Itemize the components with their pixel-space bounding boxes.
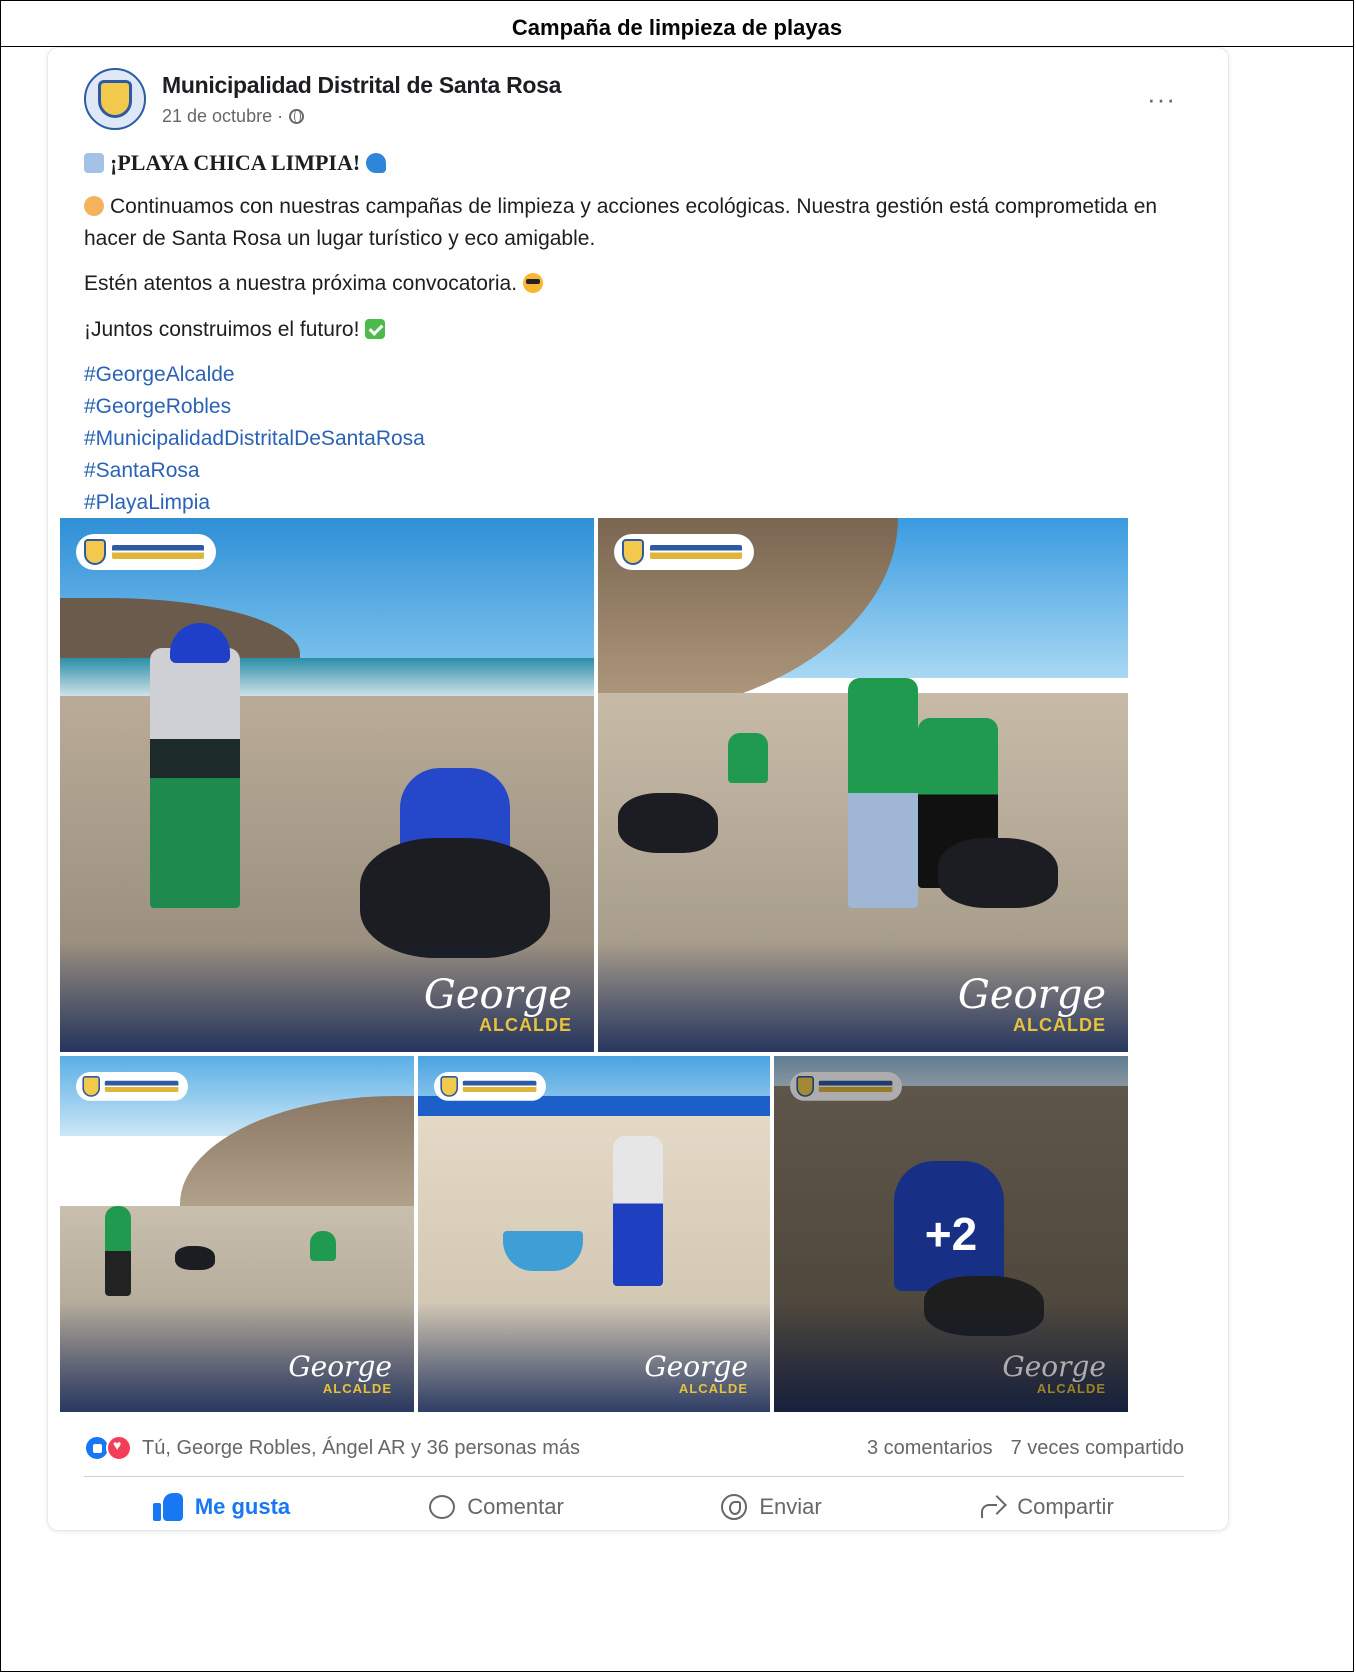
send-button[interactable]: Enviar <box>634 1484 909 1530</box>
comment-button[interactable]: Comentar <box>359 1484 634 1530</box>
headline-text: ¡PLAYA CHICA LIMPIA! <box>110 150 361 175</box>
worker-figure <box>150 648 240 908</box>
thumbs-up-icon <box>152 1493 183 1521</box>
signature-title: ALCALDE <box>678 1381 748 1396</box>
post-paragraph-3: ¡Juntos construimos el futuro! <box>84 314 1188 346</box>
municipal-logo-badge <box>434 1072 546 1101</box>
signature-script: George <box>423 972 572 1018</box>
photo-signature: George ALCALDE <box>288 1350 392 1397</box>
engagement-counts: 3 comentarios 7 veces compartido <box>867 1437 1184 1460</box>
post-actions: Me gusta Comentar Enviar Compartir <box>84 1484 1184 1530</box>
comment-label: Comentar <box>467 1494 564 1519</box>
share-arrow-icon <box>979 1496 1005 1518</box>
signature-script: George <box>957 972 1106 1018</box>
wheelbarrow <box>503 1231 583 1271</box>
trash-bag <box>360 838 550 958</box>
post-photo-4[interactable]: George ALCALDE <box>418 1056 770 1412</box>
page-avatar[interactable] <box>84 68 146 130</box>
sunglasses-emoji-icon <box>523 273 544 293</box>
wave-emoji-icon <box>366 153 387 173</box>
worker-figure <box>105 1206 131 1296</box>
share-button[interactable]: Compartir <box>909 1484 1184 1530</box>
like-button[interactable]: Me gusta <box>84 1484 359 1530</box>
reaction-icons[interactable] <box>84 1435 132 1461</box>
municipal-crest-icon <box>98 80 132 118</box>
hashtag-link[interactable]: #SantaRosa <box>84 455 1188 487</box>
post-header: Municipalidad Distrital de Santa Rosa 21… <box>84 68 1204 138</box>
post-meta: 21 de octubre · <box>162 106 305 127</box>
post-text: ¡PLAYA CHICA LIMPIA! Continuamos con nue… <box>84 146 1188 519</box>
trash-bag <box>938 838 1058 908</box>
hashtag-link[interactable]: #GeorgeAlcalde <box>84 359 1188 391</box>
comment-bubble-icon <box>429 1495 456 1519</box>
post-photo-2[interactable]: George ALCALDE <box>598 518 1128 1052</box>
paragraph-2-text: Estén atentos a nuestra próxima convocat… <box>84 272 518 295</box>
post-date[interactable]: 21 de octubre · <box>162 106 283 127</box>
signature-script: George <box>644 1350 748 1383</box>
signature-title: ALCALDE <box>1013 1015 1106 1035</box>
trash-bag <box>175 1246 215 1270</box>
hashtag-link[interactable]: #MunicipalidadDistritalDeSantaRosa <box>84 423 1188 455</box>
share-label: Compartir <box>1017 1494 1114 1519</box>
page-name-link[interactable]: Municipalidad Distrital de Santa Rosa <box>162 72 561 99</box>
municipal-logo-badge <box>614 534 754 570</box>
muscle-emoji-icon <box>84 196 104 216</box>
hashtag-link[interactable]: #GeorgeRobles <box>84 391 1188 423</box>
photo-signature: George ALCALDE <box>958 975 1106 1036</box>
trash-emoji-icon <box>84 153 104 173</box>
more-options-icon[interactable]: ··· <box>1147 84 1176 115</box>
trash-bag <box>618 793 718 853</box>
post-headline: ¡PLAYA CHICA LIMPIA! <box>84 146 1188 179</box>
photo-signature: George ALCALDE <box>424 975 572 1036</box>
worker-figure <box>310 1231 336 1261</box>
signature-title: ALCALDE <box>322 1381 392 1396</box>
worker-figure <box>848 678 918 908</box>
more-photos-overlay[interactable]: +2 <box>774 1056 1128 1412</box>
like-label: Me gusta <box>194 1494 291 1519</box>
worker-figure <box>728 733 768 783</box>
hashtag-link[interactable]: #PlayaLimpia <box>84 487 1188 519</box>
photo-signature: George ALCALDE <box>644 1350 748 1397</box>
municipal-logo-badge <box>76 1072 188 1101</box>
love-reaction-icon <box>106 1435 132 1461</box>
shares-count[interactable]: 7 veces compartido <box>1011 1437 1184 1460</box>
hashtag-list: #GeorgeAlcalde #GeorgeRobles #Municipali… <box>84 359 1188 519</box>
check-emoji-icon <box>365 318 386 339</box>
post-paragraph-1: Continuamos con nuestras campañas de lim… <box>84 191 1188 254</box>
table-divider <box>1 46 1353 47</box>
globe-icon <box>289 109 305 124</box>
signature-title: ALCALDE <box>479 1015 572 1035</box>
comments-count[interactable]: 3 comentarios <box>867 1437 993 1460</box>
photo-sea <box>60 658 594 698</box>
paragraph-1-text: Continuamos con nuestras campañas de lim… <box>84 195 1158 250</box>
municipal-logo-badge <box>76 534 216 570</box>
post-photo-3[interactable]: George ALCALDE <box>60 1056 414 1412</box>
signature-script: George <box>288 1350 392 1383</box>
post-photo-1[interactable]: George ALCALDE <box>60 518 594 1052</box>
send-label: Enviar <box>759 1494 822 1519</box>
paragraph-3-text: ¡Juntos construimos el futuro! <box>84 317 360 341</box>
actions-divider <box>84 1476 1184 1477</box>
document-title: Campaña de limpieza de playas <box>511 15 843 40</box>
post-card: Municipalidad Distrital de Santa Rosa 21… <box>48 48 1228 1530</box>
post-photo-5[interactable]: George ALCALDE +2 <box>774 1056 1128 1412</box>
post-paragraph-2: Estén atentos a nuestra próxima convocat… <box>84 268 1188 300</box>
worker-figure <box>613 1136 663 1286</box>
reactions-summary[interactable]: Tú, George Robles, Ángel AR y 36 persona… <box>142 1437 867 1460</box>
whatsapp-icon <box>721 1494 748 1520</box>
reactions-bar: Tú, George Robles, Ángel AR y 36 persona… <box>84 1430 1184 1466</box>
